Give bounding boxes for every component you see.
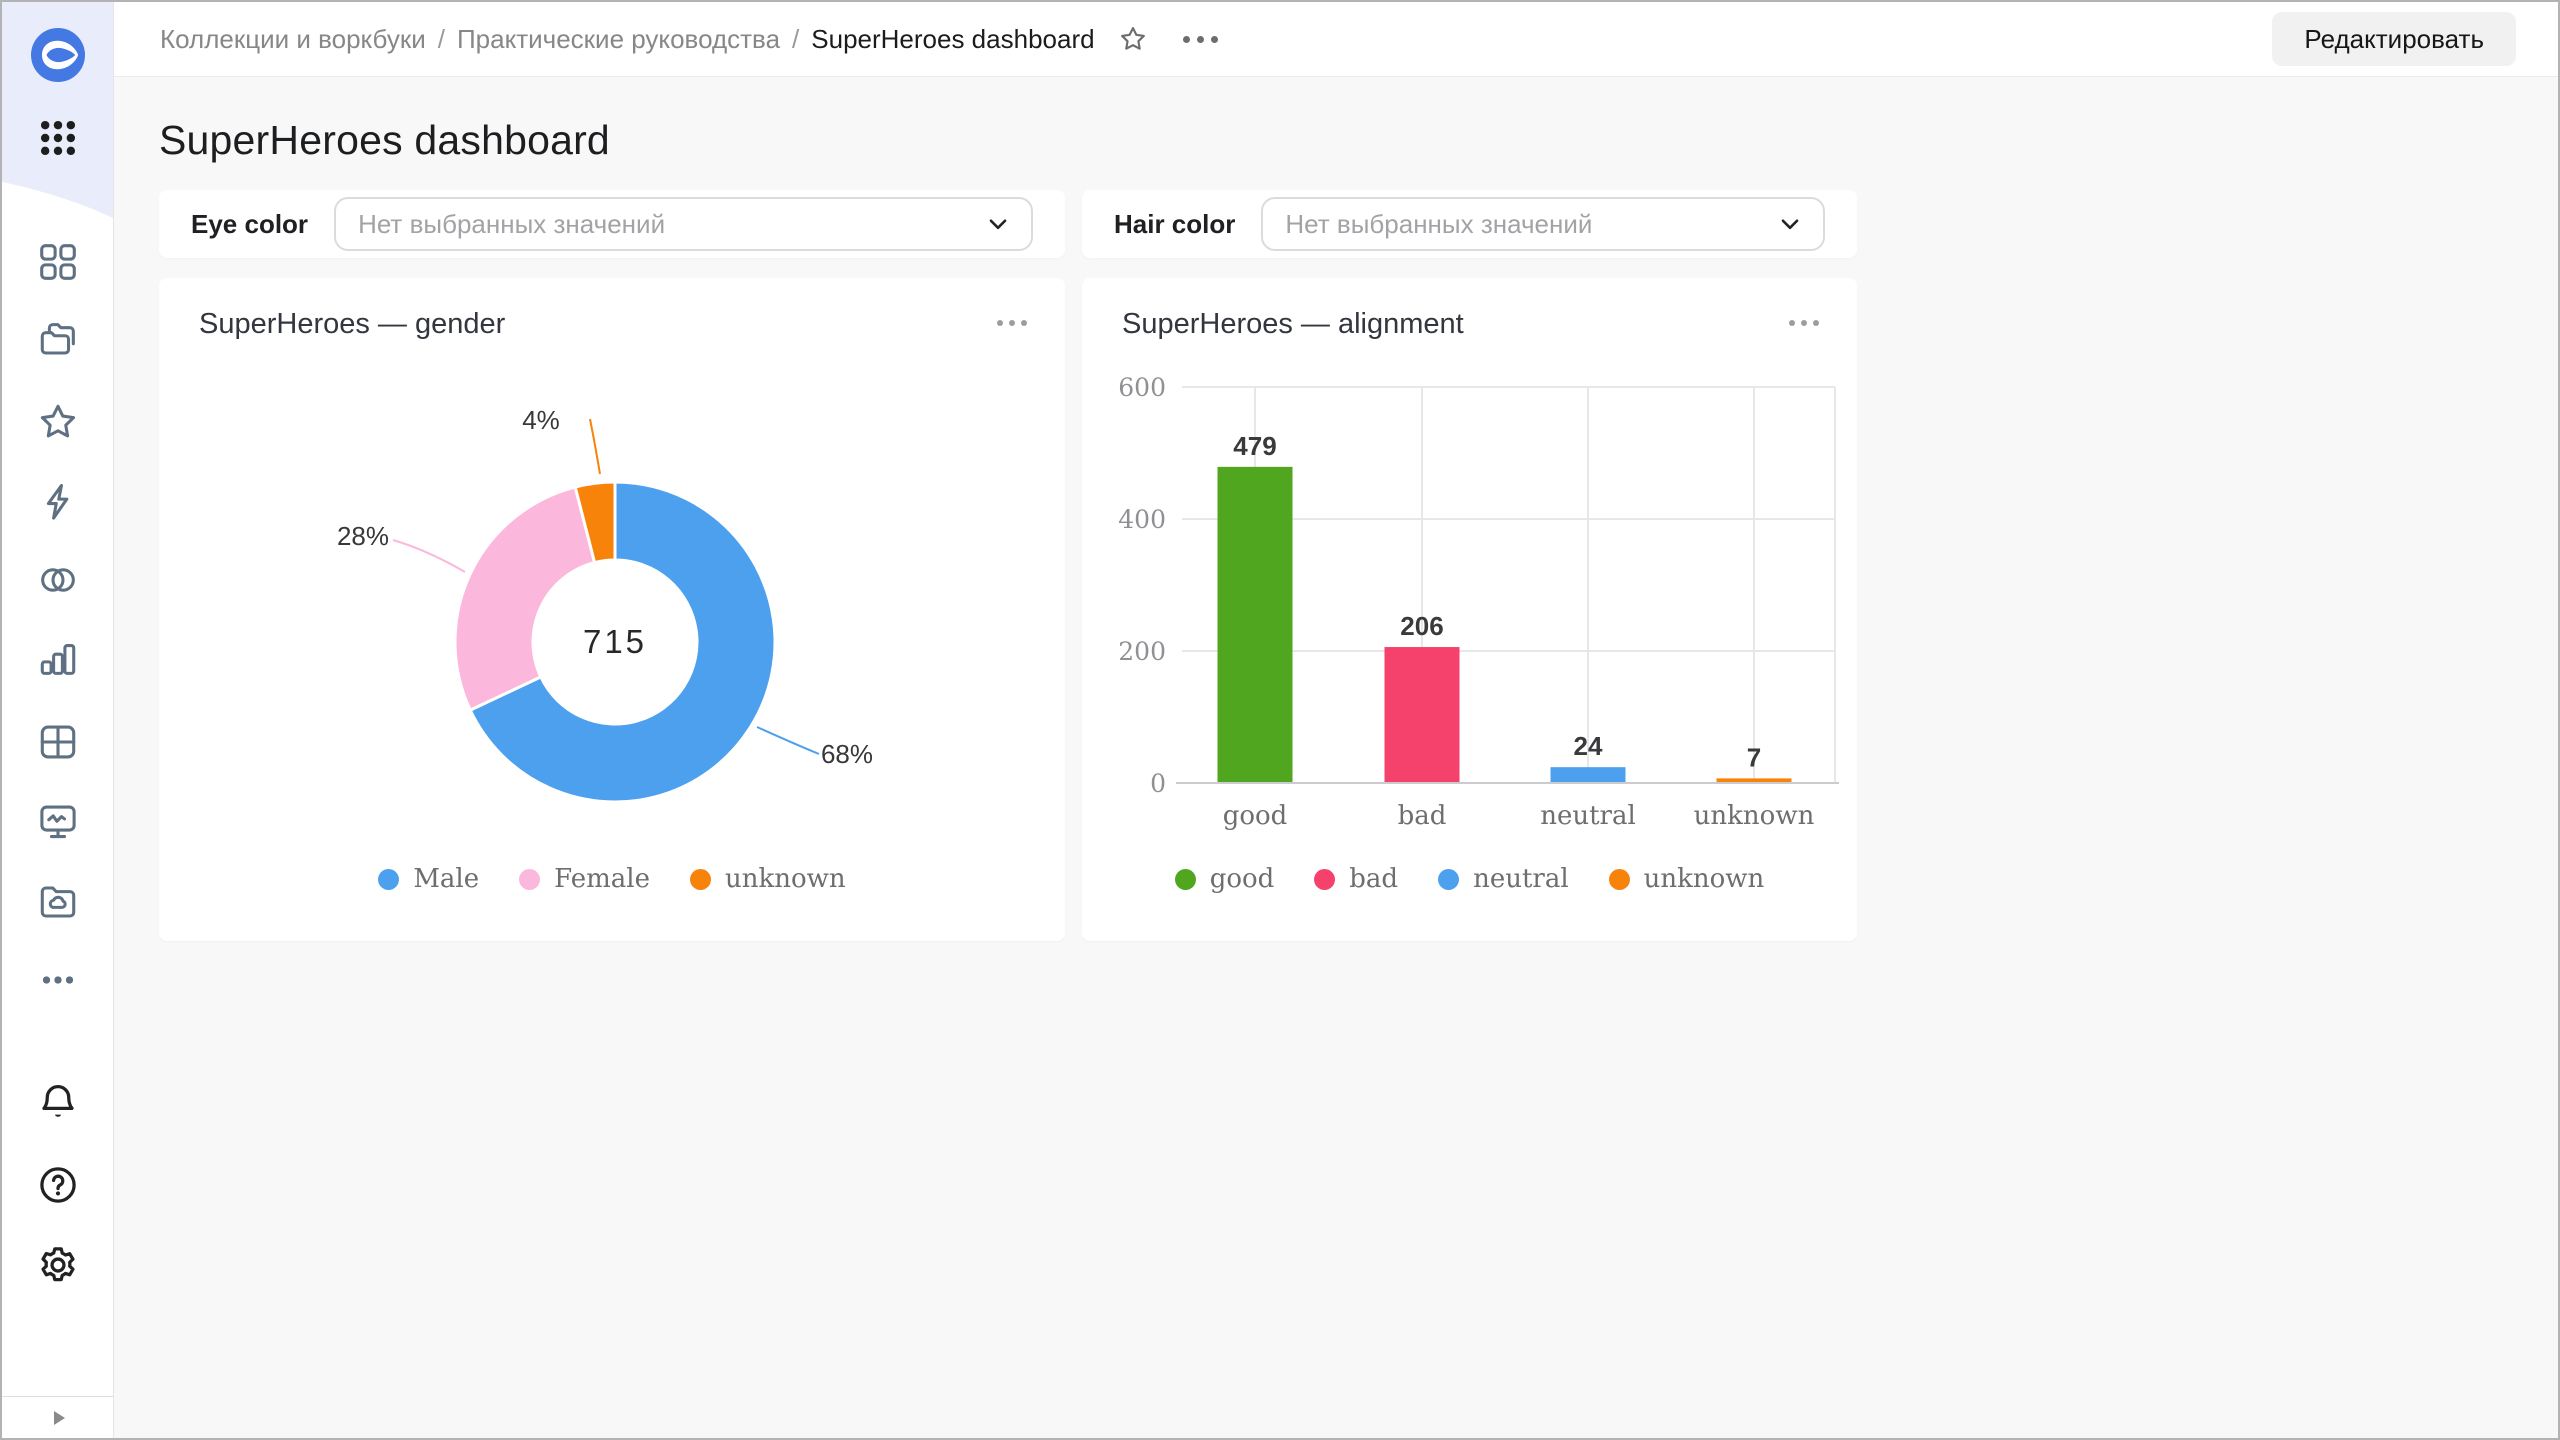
gender-donut-svg: 68% 28% 4% 715 [337,405,873,804]
y-tick-label: 200 [1118,637,1166,666]
filter-card-hair-color: Hair color Нет выбранных значений [1082,190,1857,258]
eye-color-select[interactable]: Нет выбранных значений [334,197,1033,251]
legend-label: Female [554,864,651,894]
legend-dot [690,868,712,890]
breadcrumb: Коллекции и воркбуки / Практические руко… [160,24,1095,55]
bar-value-label-good: 479 [1233,431,1276,461]
bar-value-label-bad: 206 [1400,611,1443,641]
eye-color-filter-label: Eye color [191,208,309,239]
breadcrumb-collections[interactable]: Коллекции и воркбуки [160,24,426,55]
donut-pct-label-Male: 68% [821,739,873,769]
breadcrumb-guides[interactable]: Практические руководства [457,24,780,55]
y-tick-label: 0 [1150,769,1166,798]
donut-center-total: 715 [583,623,647,660]
charts-bars-icon[interactable] [35,636,81,682]
legend-dot [1608,868,1630,890]
chevron-down-icon [1777,211,1803,237]
legend-item-neutral[interactable]: neutral [1438,864,1569,894]
expand-arrow-icon [53,1410,65,1425]
eye-color-placeholder: Нет выбранных значений [358,208,666,239]
bar-value-label-unknown: 7 [1747,742,1761,772]
legend-item-Male[interactable]: Male [378,864,479,894]
legend-label: neutral [1473,864,1569,894]
bar-value-label-neutral: 24 [1574,731,1603,761]
dashboard-body: SuperHeroes dashboard Eye color Нет выбр… [114,77,2558,1438]
y-tick-label: 600 [1118,373,1166,402]
chart-card-gender: SuperHeroes — gender 68% 28% 4% 715 Male Fem… [159,278,1065,941]
legend-label: Male [413,864,480,894]
legend-label: unknown [725,864,846,894]
donut-leader-line-unknown [589,418,601,475]
header: Коллекции и воркбуки / Практические руко… [114,2,2558,77]
page-title: SuperHeroes dashboard [159,117,610,163]
settings-gear-icon[interactable] [35,1242,81,1288]
alignment-chart-legend: good bad neutral unknown [1082,864,1857,894]
datalens-logo-icon[interactable] [30,27,86,83]
more-dots-icon[interactable] [35,957,81,1003]
breadcrumb-separator: / [792,23,800,54]
monitoring-screen-icon[interactable] [35,799,81,845]
page-more-menu-button[interactable] [1182,35,1218,43]
breadcrumb-current: SuperHeroes dashboard [811,23,1095,54]
bar-neutral[interactable] [1550,767,1626,783]
donut-pct-label-Female: 28% [337,521,389,551]
x-category-label-neutral: neutral [1540,801,1636,831]
x-category-label-good: good [1223,801,1288,831]
donut-leader-line-Male [756,726,820,755]
legend-item-bad[interactable]: bad [1314,864,1398,894]
donut-leader-line-Female [392,539,466,573]
filter-card-eye-color: Eye color Нет выбранных значений [159,190,1065,258]
hair-color-placeholder: Нет выбранных значений [1285,208,1593,239]
legend-label: unknown [1643,864,1765,894]
chart-card-alignment: SuperHeroes — alignment 0 200 400 600 479 206… [1082,278,1857,941]
bar-bad[interactable] [1384,647,1460,783]
connections-lightning-icon[interactable] [35,479,81,525]
legend-item-good[interactable]: good [1174,864,1275,894]
sidebar-accent-curve [2,174,113,218]
help-question-icon[interactable] [35,1162,81,1208]
legend-dot [1438,868,1460,890]
alignment-bar-svg: 0 200 400 600 479 206 24 7 good bad neutral unknown [1118,373,1839,831]
favorites-star-icon[interactable] [35,399,81,445]
gender-chart-legend: Male Female unknown [159,864,1065,894]
legend-item-unknown[interactable]: unknown [1608,864,1765,894]
x-category-label-bad: bad [1398,801,1447,831]
legend-item-Female[interactable]: Female [519,864,650,894]
donut-pct-label-unknown: 4% [522,405,560,435]
notifications-bell-icon[interactable] [35,1079,81,1125]
legend-item-unknown[interactable]: unknown [690,864,846,894]
edit-button[interactable]: Редактировать [2272,12,2516,66]
legend-label: good [1209,864,1275,894]
favorite-star-button[interactable] [1117,23,1149,55]
datasets-circles-icon[interactable] [35,557,81,603]
app-window: Коллекции и воркбуки / Практические руко… [0,0,2560,1440]
y-tick-label: 400 [1118,505,1166,534]
collections-squares-icon[interactable] [35,239,81,285]
sidebar [2,2,114,1438]
x-category-label-unknown: unknown [1694,801,1815,831]
sidebar-expand-button[interactable] [2,1396,113,1438]
dashboards-table-icon[interactable] [35,719,81,765]
hair-color-filter-label: Hair color [1114,208,1236,239]
donut-slice-Female[interactable] [453,485,597,713]
breadcrumb-separator: / [437,23,445,54]
legend-dot [1314,868,1336,890]
storage-folder-cloud-icon[interactable] [35,879,81,925]
bar-good[interactable] [1217,466,1293,783]
legend-dot [519,868,541,890]
legend-dot [1174,868,1196,890]
legend-label: bad [1349,864,1399,894]
workbooks-folders-icon[interactable] [35,316,81,362]
chevron-down-icon [985,211,1011,237]
legend-dot [378,868,400,890]
main-area: Коллекции и воркбуки / Практические руко… [114,2,2558,1438]
hair-color-select[interactable]: Нет выбранных значений [1261,197,1825,251]
apps-grid-icon[interactable] [36,116,80,160]
